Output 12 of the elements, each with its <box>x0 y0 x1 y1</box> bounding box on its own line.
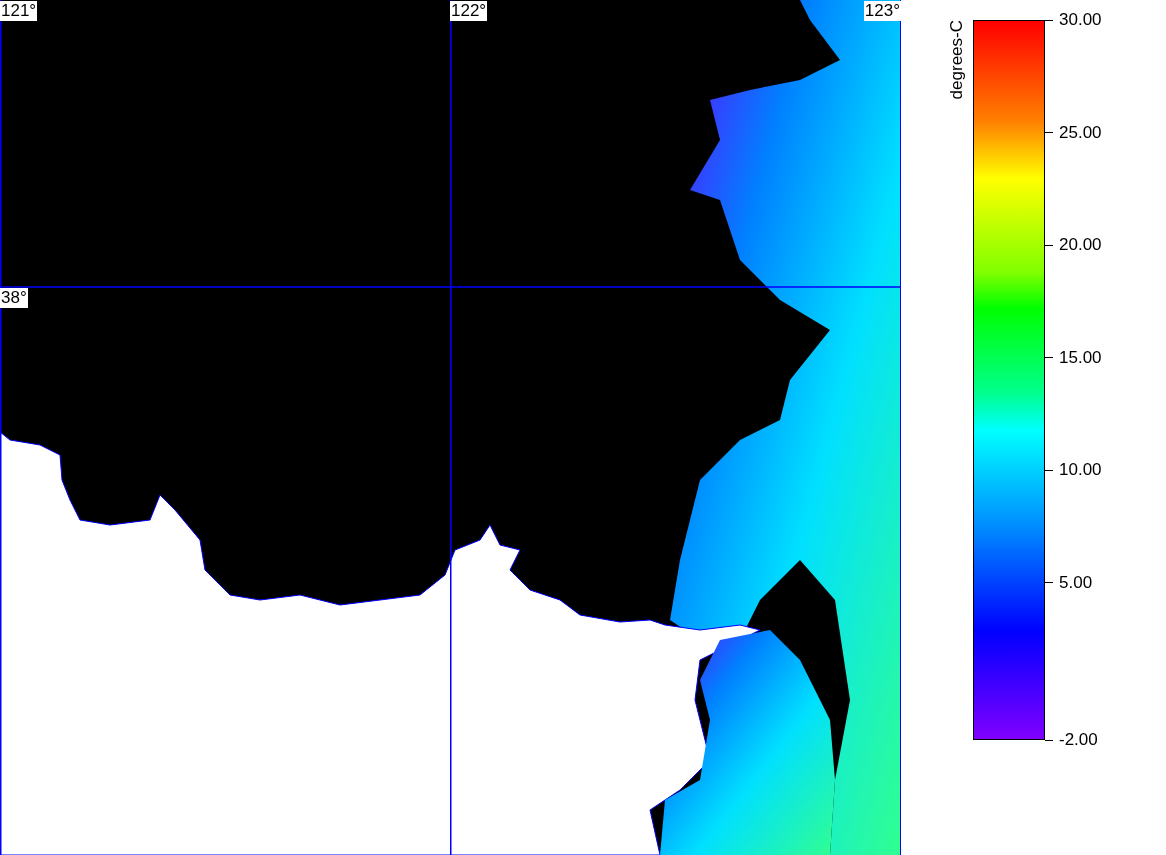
scale-label: 20.00 <box>1059 235 1102 255</box>
latitude-label: 38° <box>0 288 28 308</box>
longitude-label: 122° <box>450 1 488 21</box>
colorbar-title: degrees-C <box>947 20 967 100</box>
longitude-label: 123° <box>863 1 901 21</box>
scale-label: 5.00 <box>1059 572 1093 593</box>
scale-label: -2.00 <box>1059 730 1098 750</box>
scale-label: 15.00 <box>1059 347 1102 368</box>
scale-label: 10.00 <box>1059 460 1102 480</box>
scale-label: 25.00 <box>1059 122 1102 143</box>
scale-label: 30.00 <box>1059 10 1102 30</box>
longitude-label: 121° <box>0 1 38 21</box>
